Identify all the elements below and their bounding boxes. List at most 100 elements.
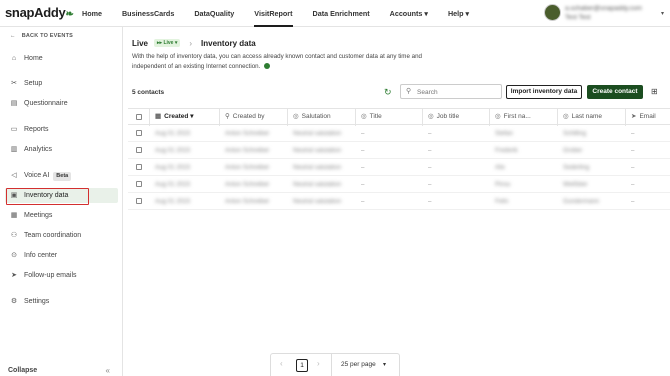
sidebar-item-setup[interactable]: ✂ Setup [5, 76, 118, 91]
chevron-right-icon[interactable]: › [317, 359, 320, 368]
brand-name: snapAddy [5, 5, 66, 20]
live-status-badge[interactable]: ▸▸ Live ▾ [154, 39, 181, 47]
nav-home[interactable]: Home [82, 0, 102, 27]
sidebar-item-follow-up-emails[interactable]: ➤ Follow-up emails [5, 268, 118, 283]
nav-businesscards[interactable]: BusinessCards [122, 0, 174, 27]
gear-icon: ⚙ [10, 298, 18, 305]
voice-icon: ◁ [11, 172, 17, 179]
cell-created-by: Anton Schreiber [225, 130, 270, 137]
row-checkbox[interactable] [136, 147, 142, 153]
main-nav: Home BusinessCards DataQuality VisitRepo… [82, 0, 489, 27]
nav-visitreport[interactable]: VisitReport [254, 0, 293, 27]
table-row[interactable]: Aug 01 2023 Anton Schreiber Neutral saluta… [128, 193, 670, 210]
table-row[interactable]: Aug 01 2023 Anton Schreiber Neutral saluta… [128, 159, 670, 176]
row-checkbox[interactable] [136, 181, 142, 187]
chevron-left-icon[interactable]: ‹ [280, 359, 283, 368]
breadcrumb: Live ▸▸ Live ▾ › Inventory data [132, 37, 256, 49]
column-title[interactable]: ◎ Title [356, 109, 423, 126]
row-checkbox[interactable] [136, 130, 142, 136]
row-select-cell [128, 159, 150, 176]
info-icon[interactable] [264, 63, 271, 70]
nav-data-enrichment[interactable]: Data Enrichment [313, 0, 370, 27]
cell-salutation: Neutral salutation [293, 130, 342, 137]
column-created[interactable]: ▦ Created ▾ [150, 109, 220, 126]
cell-first: Felin [495, 198, 509, 205]
user-email: a.schaber@snapaddy.com [565, 5, 642, 12]
column-first-name[interactable]: ◎ First na... [490, 109, 558, 126]
sidebar-item-inventory-data[interactable]: ▣ Inventory data [5, 188, 118, 205]
search-icon: ⚲ [406, 88, 412, 95]
double-chevron-left-icon[interactable]: « [106, 366, 110, 375]
sidebar-item-meetings[interactable]: ▦ Meetings [5, 208, 118, 223]
column-created-by[interactable]: ⚲ Created by [220, 109, 288, 126]
page-1-button[interactable]: 1 [296, 359, 308, 372]
setup-icon: ✂ [11, 80, 17, 87]
calendar-icon: ▦ [155, 113, 162, 120]
meetings-icon: ▦ [10, 212, 18, 219]
sidebar-item-settings[interactable]: ⚙ Settings [5, 294, 118, 309]
sidebar-item-label: Meetings [24, 212, 53, 219]
cell-last: Schilling [563, 130, 587, 137]
import-inventory-data-button[interactable]: Import inventory data [506, 85, 582, 99]
sidebar-item-voice-ai[interactable]: ◁ Voice AI Beta [5, 168, 118, 183]
column-label: Created [164, 113, 189, 120]
collapse-button[interactable]: Collapse [8, 367, 37, 374]
page-description: With the help of inventory data, you can… [132, 52, 452, 72]
row-checkbox[interactable] [136, 164, 142, 170]
contacts-table: ▦ Created ▾ ⚲ Created by ◎ Salutation ◎ Titl… [128, 108, 670, 210]
avatar[interactable] [544, 4, 561, 21]
nav-accounts[interactable]: Accounts ▾ [390, 0, 428, 27]
export-icon[interactable]: ⊞ [651, 87, 658, 96]
cell-email: – [631, 130, 635, 137]
cell-last: Sederling [563, 164, 590, 171]
row-checkbox[interactable] [136, 198, 142, 204]
search-box[interactable]: ⚲ [400, 84, 502, 99]
column-email[interactable]: ➤ Email [626, 109, 670, 126]
cell-email: – [631, 198, 635, 205]
cell-created-by: Anton Schreiber [225, 164, 270, 171]
cell-salutation: Neutral salutation [293, 181, 342, 188]
chevron-down-icon[interactable]: ▾ [383, 361, 386, 368]
cell-created-by: Anton Schreiber [225, 198, 270, 205]
sidebar-item-team-coordination[interactable]: ⚇ Team coordination [5, 228, 118, 243]
column-last-name[interactable]: ◎ Last name [558, 109, 626, 126]
chevron-down-icon[interactable]: ▾ [661, 10, 664, 17]
breadcrumb-live[interactable]: Live [132, 39, 148, 48]
arrow-left-icon: ← [10, 33, 16, 39]
cell-salutation: Neutral salutation [293, 198, 342, 205]
cell-job: – [428, 198, 432, 205]
user-menu[interactable]: a.schaber@snapaddy.com Test Test ▾ [544, 4, 664, 23]
user-name: Test Test [565, 14, 591, 21]
sidebar-item-home[interactable]: ⌂ Home [5, 51, 118, 66]
cell-created: Aug 01 2023 [155, 164, 191, 171]
nav-dataquality[interactable]: DataQuality [194, 0, 234, 27]
nav-help[interactable]: Help ▾ [448, 0, 469, 27]
create-contact-button[interactable]: Create contact [587, 85, 643, 99]
sidebar-item-label: Reports [24, 126, 49, 133]
description-text: With the help of inventory data, you can… [132, 53, 422, 70]
search-input[interactable] [417, 87, 497, 97]
table-row[interactable]: Aug 01 2023 Anton Schreiber Neutral saluta… [128, 176, 670, 193]
cell-email: – [631, 147, 635, 154]
brand-logo[interactable]: snapAddy❧ [5, 5, 74, 20]
column-job-title[interactable]: ◎ Job title [423, 109, 490, 126]
sidebar-item-questionnaire[interactable]: ▤ Questionnaire [5, 96, 118, 111]
sidebar-item-label: Settings [24, 298, 50, 305]
sidebar-item-label: Questionnaire [24, 100, 68, 107]
table-row[interactable]: Aug 01 2023 Anton Schreiber Neutral saluta… [128, 125, 670, 142]
select-all-checkbox[interactable] [136, 114, 142, 120]
sidebar-item-analytics[interactable]: ▥ Analytics [5, 142, 118, 157]
sidebar-item-reports[interactable]: ▭ Reports [5, 122, 118, 137]
chevron-right-icon: › [189, 38, 193, 48]
back-to-events-link[interactable]: ← BACK TO EVENTS [10, 33, 73, 39]
table-row[interactable]: Aug 01 2023 Anton Schreiber Neutral saluta… [128, 142, 670, 159]
refresh-icon[interactable]: ↻ [384, 87, 392, 98]
cell-created: Aug 01 2023 [155, 198, 191, 205]
page-size-select[interactable]: 25 per page [341, 361, 376, 368]
column-label: Last name [571, 113, 603, 120]
info-icon: ⊙ [11, 252, 17, 259]
column-salutation[interactable]: ◎ Salutation [288, 109, 356, 126]
reports-icon: ▭ [10, 126, 18, 133]
cell-created: Aug 01 2023 [155, 130, 191, 137]
sidebar-item-info-center[interactable]: ⊙ Info center [5, 248, 118, 263]
